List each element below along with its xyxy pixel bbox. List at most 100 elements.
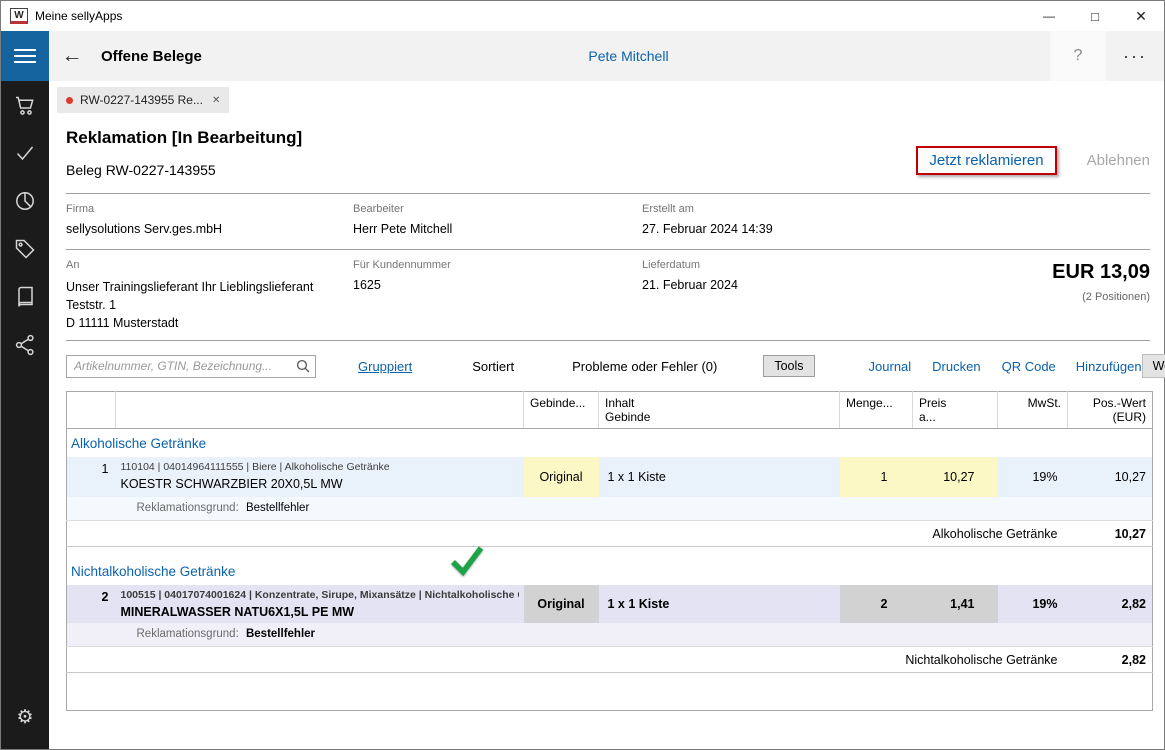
- tab-label: RW-0227-143955 Re...: [80, 93, 203, 107]
- lieferdatum-value: 21. Februar 2024: [642, 278, 1052, 292]
- sidebar-item-tasks[interactable]: [1, 129, 49, 177]
- window-controls: — □ ✕: [1026, 1, 1164, 31]
- document-title: Reklamation [In Bearbeitung]: [66, 128, 302, 148]
- tab-close-icon[interactable]: ✕: [212, 95, 220, 106]
- lieferdatum-label: Lieferdatum: [642, 259, 1052, 271]
- sidebar-item-catalog[interactable]: [1, 273, 49, 321]
- group-header-nichtalkoholische[interactable]: Nichtalkoholische Getränke: [67, 557, 1153, 585]
- inhalt-cell: 1 x 1 Kiste: [599, 585, 840, 623]
- subtotal-value: 10,27: [1068, 521, 1153, 547]
- tab-strip: RW-0227-143955 Re... ✕: [49, 81, 1164, 113]
- help-button[interactable]: ?: [1050, 31, 1106, 81]
- column-header-wert[interactable]: Pos.-Wert (EUR): [1068, 392, 1153, 429]
- more-actions-dropdown[interactable]: Weitere: [1142, 354, 1165, 378]
- print-link[interactable]: Drucken: [932, 359, 980, 374]
- more-button[interactable]: ···: [1106, 31, 1164, 81]
- grouped-toggle[interactable]: Gruppiert: [358, 359, 412, 374]
- gebinde-cell[interactable]: Original: [524, 585, 599, 623]
- reklamationsgrund: Reklamationsgrund: Bestellfehler: [116, 623, 1153, 647]
- unsaved-dot-icon: [66, 97, 73, 104]
- tools-button[interactable]: Tools: [763, 355, 814, 377]
- add-link[interactable]: Hinzufügen: [1076, 359, 1142, 374]
- minimize-button[interactable]: —: [1026, 1, 1072, 31]
- main-area: RW-0227-143955 Re... ✕ Reklamation [In B…: [49, 81, 1164, 749]
- erstellt-value: 27. Februar 2024 14:39: [642, 222, 1150, 236]
- menu-button[interactable]: [1, 31, 49, 81]
- group-name: Nichtalkoholische Getränke: [67, 557, 1153, 585]
- reject-button[interactable]: Ablehnen: [1087, 152, 1150, 169]
- sidebar-item-offers[interactable]: [1, 225, 49, 273]
- pos-wert-cell: 2,82: [1068, 585, 1153, 623]
- header-actions: ? ···: [1050, 31, 1164, 81]
- field-lieferdatum: Lieferdatum 21. Februar 2024: [642, 259, 1052, 340]
- pos-wert-cell: 10,27: [1068, 457, 1153, 497]
- column-header-inhalt[interactable]: Inhalt Gebinde: [599, 392, 840, 429]
- field-bearbeiter: Bearbeiter Herr Pete Mitchell: [353, 203, 642, 249]
- qr-code-link[interactable]: QR Code: [1002, 359, 1056, 374]
- app-body: ⚙ RW-0227-143955 Re... ✕ Reklamation [In…: [1, 81, 1164, 749]
- spacer: [67, 547, 1153, 557]
- maximize-button[interactable]: □: [1072, 1, 1118, 31]
- sidebar-item-cart[interactable]: [1, 81, 49, 129]
- back-button[interactable]: ←: [49, 31, 95, 81]
- field-erstellt-am: Erstellt am 27. Februar 2024 14:39: [642, 203, 1150, 249]
- kundennummer-label: Für Kundennummer: [353, 259, 642, 271]
- app-window: W Meine sellyApps — □ ✕ ← Offene Belege …: [0, 0, 1165, 750]
- app-header: ← Offene Belege Pete Mitchell ? ···: [1, 31, 1164, 81]
- subtotal-value: 2,82: [1068, 647, 1153, 673]
- row-number: 2: [67, 585, 116, 623]
- user-name[interactable]: Pete Mitchell: [588, 48, 668, 64]
- gebinde-cell[interactable]: Original: [524, 457, 599, 497]
- items-toolbar: Gruppiert Sortiert Probleme oder Fehler …: [66, 353, 1150, 379]
- column-header-menge[interactable]: Menge...: [840, 392, 913, 429]
- menge-cell[interactable]: 2: [840, 585, 913, 623]
- preis-cell[interactable]: 1,41: [913, 585, 998, 623]
- table-row[interactable]: 1 110104 | 04014964111555 | Biere | Alko…: [67, 457, 1153, 497]
- table-row-selected[interactable]: 2 100515 | 04017074001624 | Konzentrate,…: [67, 585, 1153, 623]
- preis-cell[interactable]: 10,27: [913, 457, 998, 497]
- question-mark-icon: ?: [1074, 47, 1083, 65]
- problems-filter[interactable]: Probleme oder Fehler (0): [572, 359, 717, 374]
- column-header-number[interactable]: [67, 392, 116, 429]
- inhalt-cell: 1 x 1 Kiste: [599, 457, 840, 497]
- pie-chart-icon: [13, 189, 37, 213]
- search-input[interactable]: [66, 355, 316, 378]
- group-name: Alkoholische Getränke: [67, 429, 1153, 457]
- reason-row: Reklamationsgrund: Bestellfehler: [67, 623, 1153, 647]
- column-header-gebinde[interactable]: Gebinde...: [524, 392, 599, 429]
- reason-label: Reklamationsgrund:: [137, 502, 239, 514]
- page-title: Offene Belege: [101, 48, 202, 65]
- document-content: Reklamation [In Bearbeitung] Beleg RW-02…: [49, 113, 1164, 749]
- tab-document[interactable]: RW-0227-143955 Re... ✕: [57, 87, 229, 113]
- sidebar-item-statistics[interactable]: [1, 177, 49, 225]
- menge-cell[interactable]: 1: [840, 457, 913, 497]
- article-name: MINERALWASSER NATU6X1,5L PE MW: [121, 605, 519, 619]
- more-actions-label: Weitere: [1153, 359, 1165, 373]
- kundennummer-value: 1625: [353, 278, 642, 292]
- document-header: Reklamation [In Bearbeitung] Beleg RW-02…: [66, 113, 1150, 193]
- reason-label: Reklamationsgrund:: [137, 628, 239, 640]
- field-firma: Firma sellysolutions Serv.ges.mbH: [66, 203, 353, 249]
- field-kundennummer: Für Kundennummer 1625: [353, 259, 642, 340]
- table-filler: [67, 673, 1153, 711]
- an-label: An: [66, 259, 353, 271]
- sorted-toggle[interactable]: Sortiert: [472, 359, 514, 374]
- bearbeiter-label: Bearbeiter: [353, 203, 642, 215]
- close-button[interactable]: ✕: [1118, 1, 1164, 31]
- column-header-preis[interactable]: Preis a...: [913, 392, 998, 429]
- book-icon: [13, 285, 37, 309]
- group-header-alkoholische[interactable]: Alkoholische Getränke: [67, 429, 1153, 457]
- reclaim-now-button[interactable]: Jetzt reklamieren: [916, 146, 1056, 175]
- positions-count: (2 Positionen): [1052, 291, 1150, 303]
- window-title: Meine sellyApps: [35, 9, 122, 23]
- article-meta: 110104 | 04014964111555 | Biere | Alkoho…: [121, 461, 519, 473]
- column-header-mwst[interactable]: MwSt.: [998, 392, 1068, 429]
- sidebar-item-share[interactable]: [1, 321, 49, 369]
- column-header-description[interactable]: [116, 392, 524, 429]
- share-network-icon: [13, 333, 37, 357]
- journal-link[interactable]: Journal: [869, 359, 912, 374]
- sidebar-item-settings[interactable]: ⚙: [1, 693, 49, 741]
- ellipsis-icon: ···: [1123, 46, 1147, 67]
- article-description: 100515 | 04017074001624 | Konzentrate, S…: [116, 585, 524, 623]
- mwst-cell: 19%: [998, 585, 1068, 623]
